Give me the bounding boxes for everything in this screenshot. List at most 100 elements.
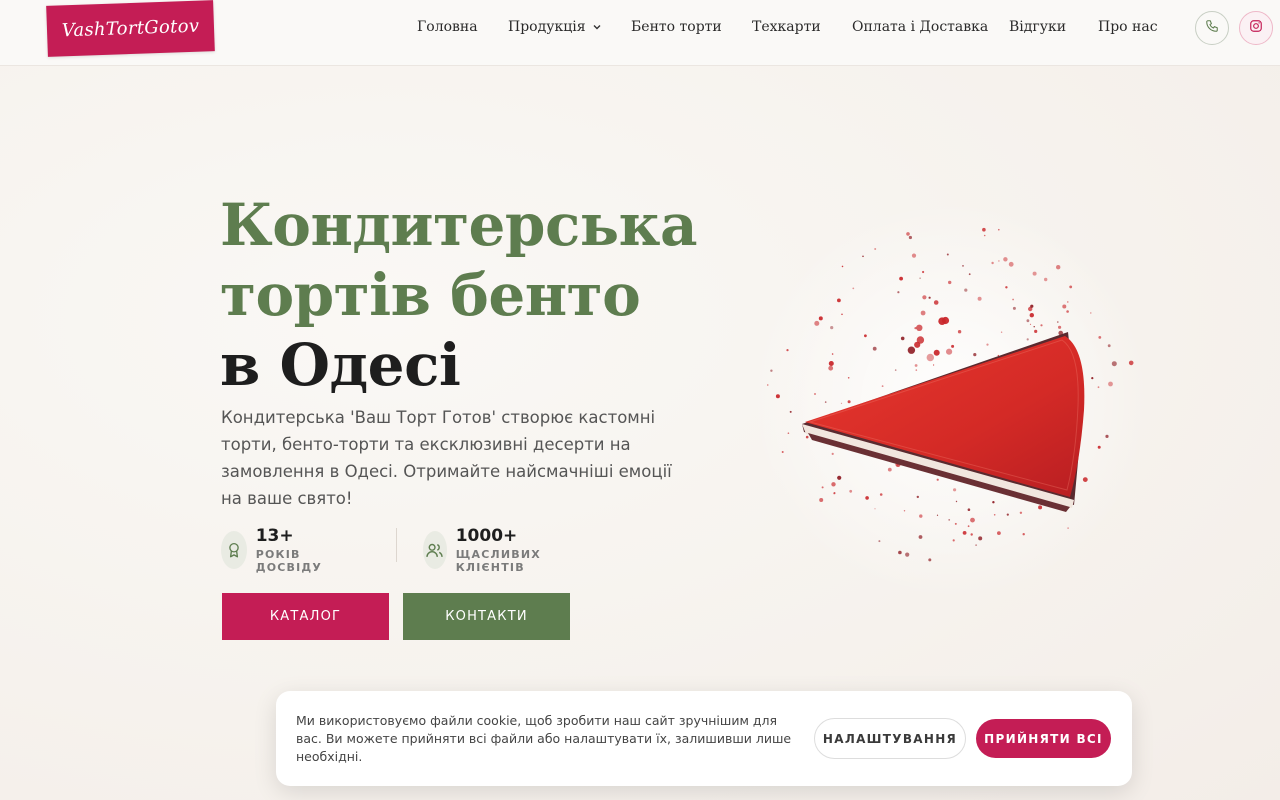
crumb bbox=[840, 402, 843, 404]
crumb bbox=[818, 316, 823, 321]
crumb bbox=[837, 475, 842, 480]
crumb bbox=[874, 248, 877, 250]
crumb bbox=[970, 517, 975, 523]
crumb bbox=[967, 525, 970, 528]
crumb bbox=[993, 514, 996, 516]
cookie-accept-button[interactable]: ПРИЙНЯТИ ВСІ bbox=[976, 719, 1111, 758]
crumb bbox=[831, 452, 834, 455]
hero-description: Кондитерська 'Ваш Торт Готов' створює ка… bbox=[221, 408, 672, 508]
instagram-button[interactable] bbox=[1239, 11, 1273, 45]
crumb bbox=[907, 346, 916, 354]
crumb bbox=[991, 261, 994, 265]
crumb bbox=[781, 451, 784, 453]
crumb bbox=[898, 550, 902, 555]
crumb bbox=[918, 535, 923, 539]
crumb bbox=[837, 298, 841, 303]
crumb bbox=[1066, 310, 1069, 313]
nav-techcards[interactable]: Техкарти bbox=[752, 19, 821, 35]
crumb bbox=[952, 539, 955, 542]
crumb bbox=[1026, 319, 1030, 323]
crumb bbox=[841, 313, 843, 316]
chevron-down-icon bbox=[592, 22, 602, 32]
crumb bbox=[933, 364, 935, 366]
crumb bbox=[903, 510, 906, 512]
crumb bbox=[997, 531, 1001, 535]
crumb bbox=[841, 265, 844, 268]
crumb bbox=[948, 519, 951, 521]
phone-button[interactable] bbox=[1195, 11, 1229, 45]
crumb bbox=[824, 401, 827, 403]
stat-experience-label: РОКІВ ДОСВІДУ bbox=[255, 548, 323, 574]
nav-payment-delivery[interactable]: Оплата і Доставка bbox=[852, 19, 988, 35]
crumb bbox=[1029, 323, 1032, 325]
crumb bbox=[887, 467, 892, 472]
crumb bbox=[1057, 321, 1059, 323]
contacts-button[interactable]: КОНТАКТИ bbox=[403, 593, 570, 640]
crumb bbox=[852, 287, 855, 290]
crumb bbox=[983, 234, 986, 237]
crumb bbox=[922, 295, 927, 300]
award-icon bbox=[221, 531, 247, 569]
nav-home[interactable]: Головна bbox=[417, 19, 478, 35]
cookie-settings-button[interactable]: НАЛАШТУВАННЯ bbox=[814, 718, 966, 759]
crumb bbox=[847, 377, 850, 379]
nav-products[interactable]: Продукція bbox=[508, 19, 602, 35]
crumb bbox=[1038, 505, 1043, 510]
crumb bbox=[879, 493, 883, 496]
nav-about[interactable]: Про нас bbox=[1098, 19, 1158, 35]
catalog-button[interactable]: КАТАЛОГ bbox=[222, 593, 389, 640]
crumb bbox=[787, 432, 790, 434]
crumb bbox=[953, 488, 957, 492]
crumb bbox=[894, 369, 897, 371]
crumb bbox=[828, 361, 834, 366]
crumb bbox=[1082, 477, 1088, 482]
crumb bbox=[1128, 360, 1134, 366]
crumb bbox=[933, 300, 939, 305]
crumb bbox=[1067, 301, 1069, 303]
crumb bbox=[897, 291, 900, 294]
users-icon bbox=[423, 531, 447, 569]
crumb bbox=[977, 296, 982, 301]
logo-text: VashTortGotov bbox=[61, 15, 200, 42]
crumb bbox=[928, 558, 932, 562]
crumb bbox=[881, 385, 884, 387]
crumb bbox=[1040, 324, 1043, 327]
crumb bbox=[1058, 325, 1062, 329]
crumb bbox=[962, 265, 964, 267]
crumb bbox=[926, 353, 934, 362]
crumb bbox=[905, 552, 910, 557]
crumb bbox=[922, 270, 925, 274]
crumb bbox=[957, 330, 962, 334]
crumb bbox=[874, 508, 876, 510]
crumb bbox=[948, 280, 952, 285]
crumb bbox=[1056, 265, 1061, 270]
crumb bbox=[770, 369, 773, 372]
crumb bbox=[1069, 285, 1073, 289]
crumb bbox=[919, 277, 921, 279]
crumb bbox=[900, 336, 905, 341]
crumb bbox=[1090, 312, 1092, 314]
crumb bbox=[1097, 445, 1101, 449]
crumb bbox=[914, 364, 918, 367]
crumb bbox=[1030, 304, 1034, 308]
crumb bbox=[1022, 533, 1025, 536]
crumb bbox=[1111, 361, 1117, 367]
crumb bbox=[968, 273, 971, 276]
crumb bbox=[986, 343, 989, 346]
logo[interactable]: VashTortGotov bbox=[46, 0, 215, 57]
crumb bbox=[1097, 386, 1100, 389]
crumb bbox=[864, 334, 867, 338]
crumb bbox=[1091, 377, 1094, 380]
crumb bbox=[992, 501, 995, 504]
nav-reviews[interactable]: Відгуки bbox=[1009, 19, 1066, 35]
hero-title-line1: Кондитерська bbox=[220, 191, 698, 259]
crumb bbox=[1067, 527, 1069, 529]
crumb bbox=[821, 486, 824, 489]
nav-bento[interactable]: Бенто торти bbox=[631, 19, 722, 35]
crumb bbox=[1012, 298, 1014, 301]
hero-title-line3: в Одесі bbox=[220, 331, 461, 399]
crumb bbox=[915, 369, 918, 371]
crumb bbox=[872, 346, 877, 351]
crumb bbox=[908, 235, 912, 240]
crumb bbox=[967, 508, 971, 512]
